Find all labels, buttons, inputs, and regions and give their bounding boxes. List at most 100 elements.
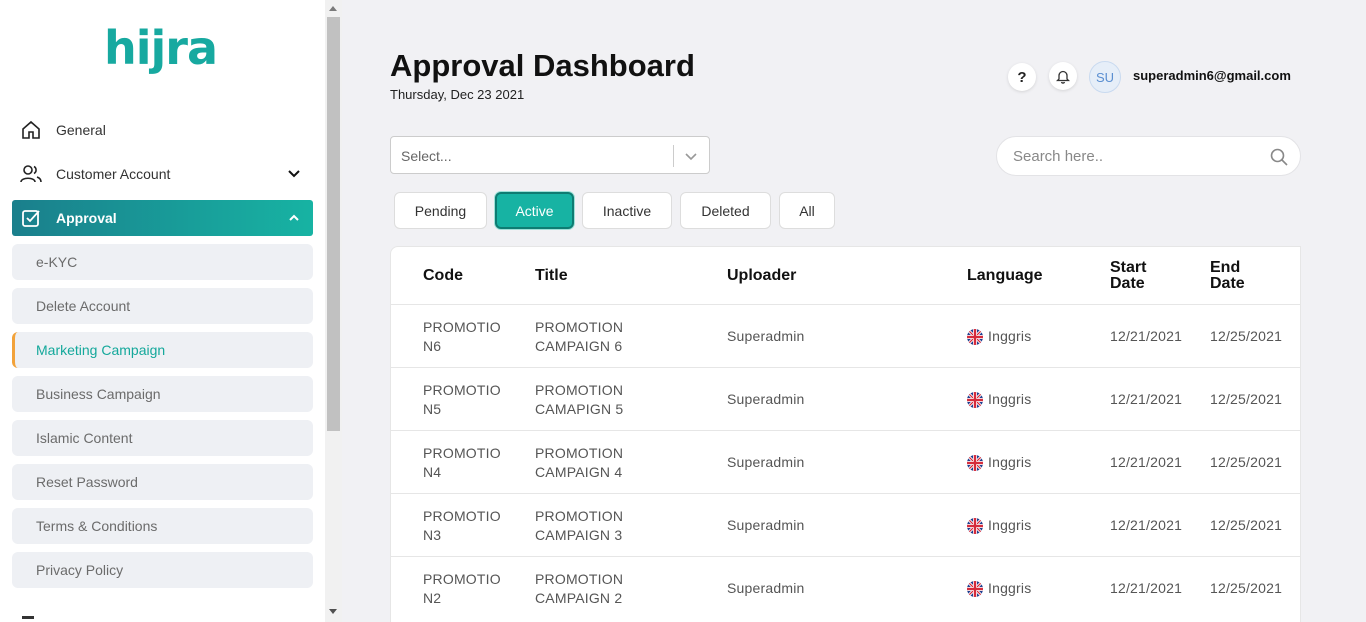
cell-title-text: PROMOTION CAMPAIGN 4 <box>535 444 624 480</box>
cell-start-date: 12/21/2021 <box>1110 305 1184 368</box>
chevron-up-icon <box>289 214 299 221</box>
cell-uploader: Superadmin <box>727 494 887 557</box>
sidebar-scrollbar[interactable] <box>325 0 342 622</box>
sub-item-business-campaign[interactable]: Business Campaign <box>12 376 313 412</box>
chevron-down-icon[interactable] <box>682 147 700 165</box>
cell-language: Inggris <box>967 557 1087 620</box>
cell-language: Inggris <box>967 431 1087 494</box>
avatar[interactable]: SU <box>1089 61 1121 93</box>
cell-uploader-text: Superadmin <box>727 517 805 533</box>
cell-code-text: PROMOTION5 <box>423 381 501 417</box>
tab-deleted[interactable]: Deleted <box>680 192 771 229</box>
column-header-code[interactable]: Code <box>423 247 463 304</box>
cell-language-text: Inggris <box>988 328 1032 344</box>
search-box[interactable] <box>996 136 1301 176</box>
cell-start-date-text: 12/21/2021 <box>1110 517 1183 533</box>
sub-item-marketing-campaign[interactable]: Marketing Campaign <box>12 332 313 368</box>
cell-language: Inggris <box>967 494 1087 557</box>
cell-language-text: Inggris <box>988 454 1032 470</box>
search-icon[interactable] <box>1269 147 1289 167</box>
hijra-logo: hijra <box>104 22 218 74</box>
notification-button[interactable] <box>1049 62 1077 90</box>
cell-end-date: 12/25/2021 <box>1210 305 1284 368</box>
cell-title: PROMOTION CAMPAIGN 6 <box>535 305 697 368</box>
home-icon <box>20 119 42 141</box>
nav-customer-account[interactable]: Customer Account <box>12 156 313 192</box>
table-row[interactable]: PROMOTION6 PROMOTION CAMPAIGN 6 Superadmin… <box>391 304 1300 368</box>
cell-uploader-text: Superadmin <box>727 580 805 596</box>
cell-end-date: 12/25/2021 <box>1210 494 1284 557</box>
cell-title: PROMOTION CAMPAIGN 4 <box>535 431 697 494</box>
help-button[interactable]: ? <box>1008 63 1036 91</box>
tab-active[interactable]: Active <box>495 192 574 229</box>
table-row[interactable]: PROMOTION5 PROMOTION CAMAPIGN 5 Superadmin… <box>391 367 1300 431</box>
cell-start-date-text: 12/21/2021 <box>1110 580 1183 596</box>
search-input[interactable] <box>1013 148 1263 165</box>
next-nav-icon-fragment <box>22 616 34 619</box>
users-icon <box>20 163 42 185</box>
cell-start-date-text: 12/21/2021 <box>1110 454 1183 470</box>
scrollbar-thumb[interactable] <box>327 17 340 431</box>
sub-item-privacy-policy[interactable]: Privacy Policy <box>12 552 313 588</box>
cell-code-text: PROMOTION3 <box>423 507 501 543</box>
table-row[interactable]: PROMOTION2 PROMOTION CAMPAIGN 2 Superadmin… <box>391 556 1300 620</box>
scroll-up-icon[interactable] <box>329 6 337 11</box>
tab-inactive[interactable]: Inactive <box>582 192 672 229</box>
nav-general-label: General <box>56 122 106 138</box>
cell-title: PROMOTION CAMPAIGN 3 <box>535 494 697 557</box>
tab-pending[interactable]: Pending <box>394 192 487 229</box>
cell-code: PROMOTION2 <box>423 557 503 620</box>
cell-code: PROMOTION5 <box>423 368 503 431</box>
cell-code-text: PROMOTION4 <box>423 444 501 480</box>
cell-start-date-text: 12/21/2021 <box>1110 328 1183 344</box>
cell-language-text: Inggris <box>988 391 1032 407</box>
cell-title-text: PROMOTION CAMPAIGN 3 <box>535 507 624 543</box>
checkbox-icon <box>20 207 42 229</box>
column-header-end-date[interactable]: End Date <box>1210 247 1260 304</box>
sub-item-delete-account[interactable]: Delete Account <box>12 288 313 324</box>
cell-uploader-text: Superadmin <box>727 391 805 407</box>
cell-start-date: 12/21/2021 <box>1110 557 1184 620</box>
nav-approval[interactable]: Approval <box>12 200 313 236</box>
cell-code: PROMOTION4 <box>423 431 503 494</box>
nav-approval-label: Approval <box>56 210 117 226</box>
scroll-down-icon[interactable] <box>329 609 337 614</box>
tab-all[interactable]: All <box>779 192 835 229</box>
uk-flag-icon <box>967 580 983 597</box>
cell-end-date-text: 12/25/2021 <box>1210 328 1283 344</box>
svg-text:hijra: hijra <box>104 22 217 74</box>
column-header-start-date[interactable]: Start Date <box>1110 247 1170 304</box>
cell-uploader-text: Superadmin <box>727 454 805 470</box>
cell-uploader: Superadmin <box>727 305 887 368</box>
cell-end-date-text: 12/25/2021 <box>1210 517 1283 533</box>
column-header-title[interactable]: Title <box>535 247 568 304</box>
cell-end-date: 12/25/2021 <box>1210 557 1284 620</box>
column-header-language[interactable]: Language <box>967 247 1043 304</box>
uk-flag-icon <box>967 391 983 408</box>
sub-item-islamic-content[interactable]: Islamic Content <box>12 420 313 456</box>
sidebar: hijra General Customer Account Approval … <box>0 0 325 622</box>
cell-end-date: 12/25/2021 <box>1210 431 1284 494</box>
cell-title: PROMOTION CAMPAIGN 2 <box>535 557 697 620</box>
cell-start-date: 12/21/2021 <box>1110 494 1184 557</box>
cell-title-text: PROMOTION CAMPAIGN 2 <box>535 570 624 606</box>
cell-title-text: PROMOTION CAMAPIGN 5 <box>535 381 624 417</box>
cell-code-text: PROMOTION2 <box>423 570 501 606</box>
cell-start-date: 12/21/2021 <box>1110 431 1184 494</box>
column-header-uploader[interactable]: Uploader <box>727 247 796 304</box>
uk-flag-icon <box>967 328 983 345</box>
sub-item-terms-conditions[interactable]: Terms & Conditions <box>12 508 313 544</box>
user-email[interactable]: superadmin6@gmail.com <box>1133 68 1291 83</box>
cell-language: Inggris <box>967 305 1087 368</box>
campaign-select[interactable]: Select... <box>390 136 710 174</box>
cell-start-date: 12/21/2021 <box>1110 368 1184 431</box>
nav-general[interactable]: General <box>12 112 313 148</box>
cell-title: PROMOTION CAMAPIGN 5 <box>535 368 697 431</box>
table-row[interactable]: PROMOTION3 PROMOTION CAMPAIGN 3 Superadmin… <box>391 493 1300 557</box>
cell-uploader: Superadmin <box>727 431 887 494</box>
table-row[interactable]: PROMOTION4 PROMOTION CAMPAIGN 4 Superadmin… <box>391 430 1300 494</box>
cell-uploader: Superadmin <box>727 368 887 431</box>
sub-item-ekyc[interactable]: e-KYC <box>12 244 313 280</box>
cell-end-date: 12/25/2021 <box>1210 368 1284 431</box>
sub-item-reset-password[interactable]: Reset Password <box>12 464 313 500</box>
